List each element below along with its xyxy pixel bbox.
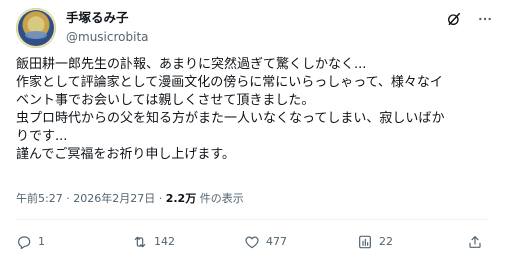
avatar-accent [25,31,47,39]
post-text-line: 虫プロ時代からの父を知る方がまた一人いなくなってしまい、寂しいばか [16,111,445,126]
like-count: 477 [266,235,287,248]
share-icon [469,236,481,248]
author-display-name[interactable]: 手塚るみ子 [66,10,129,26]
like-button[interactable]: 477 [244,233,287,251]
post-text-line: りです... [16,129,68,144]
meta-separator: · [62,192,74,205]
post-date[interactable]: 2026年2月27日 [73,192,155,205]
bookmark-count-button[interactable]: 22 [357,233,393,251]
repost-button[interactable]: 142 [132,233,175,251]
post-text-line: 謹んでご冥福をお祈り申し上げます。 [16,147,236,162]
repost-count: 142 [154,235,175,248]
grok-icon[interactable] [446,11,462,27]
repost-icon [134,236,146,248]
post-card: 手塚るみ子 @musicrobita 飯田耕一郎先生の訃報、あまりに突然過ぎて驚… [0,0,505,258]
views-icon [359,235,371,249]
divider [16,219,489,220]
post-text-line: ベント事でお会いしては親しくさせて頂きました。 [16,93,315,108]
views-total: 2.2万 [165,192,197,205]
reply-button[interactable]: 1 [16,233,45,251]
views-count: 22 [379,235,393,248]
more-icon[interactable] [477,11,493,27]
post-text-line: 飯田耕一郎先生の訃報、あまりに突然過ぎて驚くしかなく... [16,57,367,72]
post-text-line: 作家として評論家として漫画文化の傍らに常にいらっしゃって、様々なイ [16,75,443,90]
meta-separator: · [155,192,166,205]
views-label: 件の表示 [196,192,244,205]
post-text: 飯田耕一郎先生の訃報、あまりに突然過ぎて驚くしかなく... 作家として評論家とし… [16,56,496,164]
avatar[interactable] [16,8,56,48]
like-icon [245,236,259,249]
author-handle[interactable]: @musicrobita [66,29,149,45]
post-time[interactable]: 午前5:27 [16,192,63,205]
reply-icon [18,236,31,250]
share-button[interactable] [467,233,483,251]
post-metadata: 午前5:27 · 2026年2月27日 · 2.2万 件の表示 [16,192,244,206]
reply-count: 1 [38,235,45,248]
